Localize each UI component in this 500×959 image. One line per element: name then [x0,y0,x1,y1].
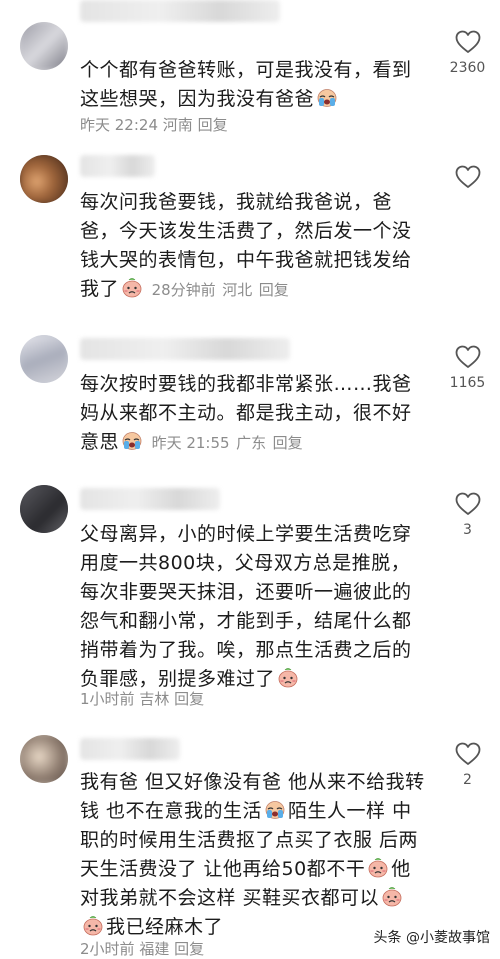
comment-body: 父母离异，小的时候上学要生活费吃穿用度一共800块，父母双方总是推脱，每次非要哭… [80,523,412,690]
sad-face-emoji-icon [367,858,389,878]
like-button[interactable] [440,165,495,195]
heart-outline-icon [455,345,481,369]
username-blurred[interactable] [80,155,155,177]
comment-text: 每次按时要钱的我都非常紧张……我爸妈从来都不主动。都是我主动，很不好意思 昨天 … [80,370,425,458]
like-count: 3 [463,522,472,538]
like-button[interactable]: 2 [440,742,495,788]
comment-location: 河南 [162,116,193,134]
comment-time: 昨天 21:55 [151,434,230,452]
comment-text: 个个都有爸爸转账，可是我没有，看到这些想哭，因为我没有爸爸 [80,56,425,114]
comment-location: 河北 [222,281,253,299]
comment-text: 父母离异，小的时候上学要生活费吃穿用度一共800块，父母双方总是推脱，每次非要哭… [80,520,425,694]
heart-outline-icon [455,492,481,516]
comment-time: 1小时前 [80,690,135,708]
crying-emoji-icon [264,800,286,820]
reply-button[interactable]: 回复 [273,434,303,452]
reply-button[interactable]: 回复 [259,281,289,299]
like-count: 1165 [449,375,486,391]
comment-location: 吉林 [139,690,170,708]
crying-emoji-icon [316,88,338,108]
comment-location: 广东 [236,434,267,452]
avatar[interactable] [20,22,68,70]
sad-face-emoji-icon [82,916,104,936]
avatar[interactable] [20,485,68,533]
sad-face-emoji-icon [381,887,403,907]
avatar[interactable] [20,735,68,783]
reply-button[interactable]: 回复 [198,116,228,134]
avatar[interactable] [20,155,68,203]
comment-time: 昨天 22:24 [80,116,158,134]
like-count: 2 [463,772,472,788]
comment-body-part-4: 我已经麻木了 [106,916,224,938]
comment-body: 个个都有爸爸转账，可是我没有，看到这些想哭，因为我没有爸爸 [80,59,412,110]
heart-outline-icon [455,165,481,189]
sad-face-emoji-icon [121,278,143,298]
watermark: 头条 @小菱故事馆 [373,930,490,946]
username-blurred[interactable] [80,338,290,360]
username-blurred[interactable] [80,488,220,510]
comment-time: 28分钟前 [151,281,216,299]
comment-location: 福建 [139,940,170,958]
reply-button[interactable]: 回复 [174,690,204,708]
username-blurred[interactable] [80,738,180,760]
like-count: 2360 [449,60,486,76]
comment-text: 每次问我爸要钱，我就给我爸说，爸爸，今天该发生活费了，然后发一个没钱大哭的表情包… [80,188,425,305]
crying-emoji-icon [121,431,143,451]
avatar[interactable] [20,335,68,383]
comment-meta: 昨天 22:24 河南 回复 [80,114,228,135]
like-button[interactable]: 1165 [440,345,495,391]
heart-outline-icon [455,30,481,54]
comment-meta: 2小时前 福建 回复 [80,938,204,959]
reply-button[interactable]: 回复 [174,940,204,958]
comment-text: 我有爸 但又好像没有爸 他从来不给我转钱 也不在意我的生活 陌生人一样 中职的时候… [80,768,425,942]
comment-time: 2小时前 [80,940,135,958]
like-button[interactable]: 3 [440,492,495,538]
comment-meta: 1小时前 吉林 回复 [80,688,204,709]
like-button[interactable]: 2360 [440,30,495,76]
username-blurred[interactable] [80,0,280,22]
heart-outline-icon [455,742,481,766]
sad-face-emoji-icon [277,668,299,688]
